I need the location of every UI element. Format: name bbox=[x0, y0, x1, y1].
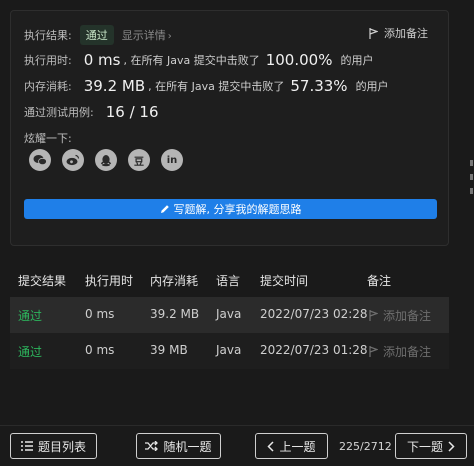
result-row: 执行结果: 通过 显示详情 › bbox=[24, 25, 172, 45]
row-memory: 39 MB bbox=[150, 343, 188, 357]
tests-value: 16 / 16 bbox=[105, 103, 159, 121]
previous-problem-label: 上一题 bbox=[279, 439, 316, 454]
shuffle-icon bbox=[145, 441, 159, 451]
douban-glyph: 豆 bbox=[134, 156, 144, 168]
submission-status-link[interactable]: 通过 bbox=[18, 343, 42, 360]
footer-bar: 题目列表 随机一题 上一题 225/2712 下一题 bbox=[0, 425, 474, 466]
runtime-prefix: , 在所有 Java 提交中击败了 bbox=[123, 54, 260, 67]
row-language: Java bbox=[216, 307, 242, 321]
share-label: 炫耀一下: bbox=[24, 132, 72, 145]
douban-icon[interactable]: 豆 bbox=[128, 149, 150, 171]
scroll-grip bbox=[470, 160, 473, 166]
runtime-suffix: 的用户 bbox=[340, 54, 374, 67]
random-problem-label: 随机一题 bbox=[163, 439, 212, 454]
memory-prefix: , 在所有 Java 提交中击败了 bbox=[148, 80, 285, 93]
add-note-button[interactable]: 添加备注 bbox=[369, 25, 428, 41]
row-memory: 39.2 MB bbox=[150, 307, 200, 321]
submissions-table-header: 提交结果 执行用时 内存消耗 语言 提交时间 备注 bbox=[10, 268, 449, 292]
flag-icon bbox=[369, 27, 378, 39]
runtime-label: 执行用时: bbox=[24, 54, 72, 67]
runtime-row: 执行用时: 0 ms , 在所有 Java 提交中击败了 100.00% 的用户 bbox=[24, 51, 373, 69]
problem-list-label: 题目列表 bbox=[37, 439, 86, 454]
scrollbar-handle[interactable] bbox=[468, 160, 474, 200]
write-solution-button[interactable]: 写题解, 分享我的解题思路 bbox=[24, 199, 437, 219]
pencil-icon bbox=[160, 205, 169, 213]
column-header: 备注 bbox=[367, 274, 392, 288]
linkedin-icon[interactable]: in bbox=[161, 149, 183, 171]
chevron-right-icon: › bbox=[167, 31, 172, 42]
table-row[interactable]: 通过 0 ms 39 MB Java 2022/07/23 01:28 添加备注 bbox=[10, 333, 449, 369]
previous-problem-button[interactable]: 上一题 bbox=[255, 433, 328, 459]
submission-status-link[interactable]: 通过 bbox=[18, 307, 42, 324]
memory-suffix: 的用户 bbox=[355, 80, 389, 93]
column-header: 执行用时 bbox=[85, 274, 134, 288]
result-card: 执行结果: 通过 显示详情 › 添加备注 执行用时: 0 ms , 在所有 Jav… bbox=[10, 10, 449, 246]
next-problem-button[interactable]: 下一题 bbox=[395, 433, 467, 459]
scroll-grip bbox=[470, 174, 473, 180]
runtime-value: 0 ms bbox=[83, 51, 121, 69]
show-details-label: 显示详情 bbox=[121, 29, 166, 42]
wechat-icon[interactable] bbox=[29, 149, 51, 171]
weibo-icon[interactable] bbox=[62, 149, 84, 171]
memory-row: 内存消耗: 39.2 MB , 在所有 Java 提交中击败了 57.33% 的… bbox=[24, 77, 389, 95]
scroll-grip bbox=[470, 188, 473, 194]
status-badge: 通过 bbox=[79, 25, 114, 45]
write-solution-label: 写题解, 分享我的解题思路 bbox=[173, 203, 302, 216]
show-details-link[interactable]: 显示详情 › bbox=[122, 27, 172, 43]
share-icons: 豆 in bbox=[29, 149, 194, 171]
qq-icon[interactable] bbox=[95, 149, 117, 171]
column-header: 提交结果 bbox=[18, 274, 67, 288]
next-problem-label: 下一题 bbox=[406, 439, 443, 454]
row-language: Java bbox=[216, 343, 242, 357]
tests-row: 通过测试用例: 16 / 16 bbox=[24, 103, 158, 121]
random-problem-button[interactable]: 随机一题 bbox=[136, 433, 221, 459]
chevron-right-icon bbox=[448, 440, 455, 452]
row-time: 2022/07/23 01:28 bbox=[260, 343, 368, 357]
row-add-note-button[interactable]: 添加备注 bbox=[369, 307, 431, 324]
memory-percent: 57.33% bbox=[290, 77, 348, 95]
column-header: 语言 bbox=[216, 274, 241, 288]
flag-icon bbox=[369, 346, 378, 357]
memory-label: 内存消耗: bbox=[24, 80, 72, 93]
linkedin-glyph: in bbox=[166, 154, 178, 166]
flag-icon bbox=[369, 310, 378, 321]
problem-list-button[interactable]: 题目列表 bbox=[10, 433, 97, 459]
memory-value: 39.2 MB bbox=[83, 77, 146, 95]
row-runtime: 0 ms bbox=[85, 343, 115, 357]
row-note-label: 添加备注 bbox=[383, 345, 432, 359]
row-note-label: 添加备注 bbox=[383, 309, 432, 323]
tests-label: 通过测试用例: bbox=[24, 106, 94, 119]
page-indicator: 225/2712 bbox=[339, 440, 392, 453]
table-row[interactable]: 通过 0 ms 39.2 MB Java 2022/07/23 02:28 添加… bbox=[10, 297, 449, 333]
row-add-note-button[interactable]: 添加备注 bbox=[369, 343, 431, 360]
result-label: 执行结果: bbox=[24, 29, 72, 42]
runtime-percent: 100.00% bbox=[265, 51, 333, 69]
column-header: 内存消耗 bbox=[150, 274, 199, 288]
row-runtime: 0 ms bbox=[85, 307, 115, 321]
chevron-left-icon bbox=[267, 440, 275, 452]
list-icon bbox=[20, 441, 33, 451]
row-time: 2022/07/23 02:28 bbox=[260, 307, 368, 321]
column-header: 提交时间 bbox=[260, 274, 309, 288]
share-row: 炫耀一下: bbox=[24, 130, 72, 146]
add-note-label: 添加备注 bbox=[384, 27, 428, 40]
